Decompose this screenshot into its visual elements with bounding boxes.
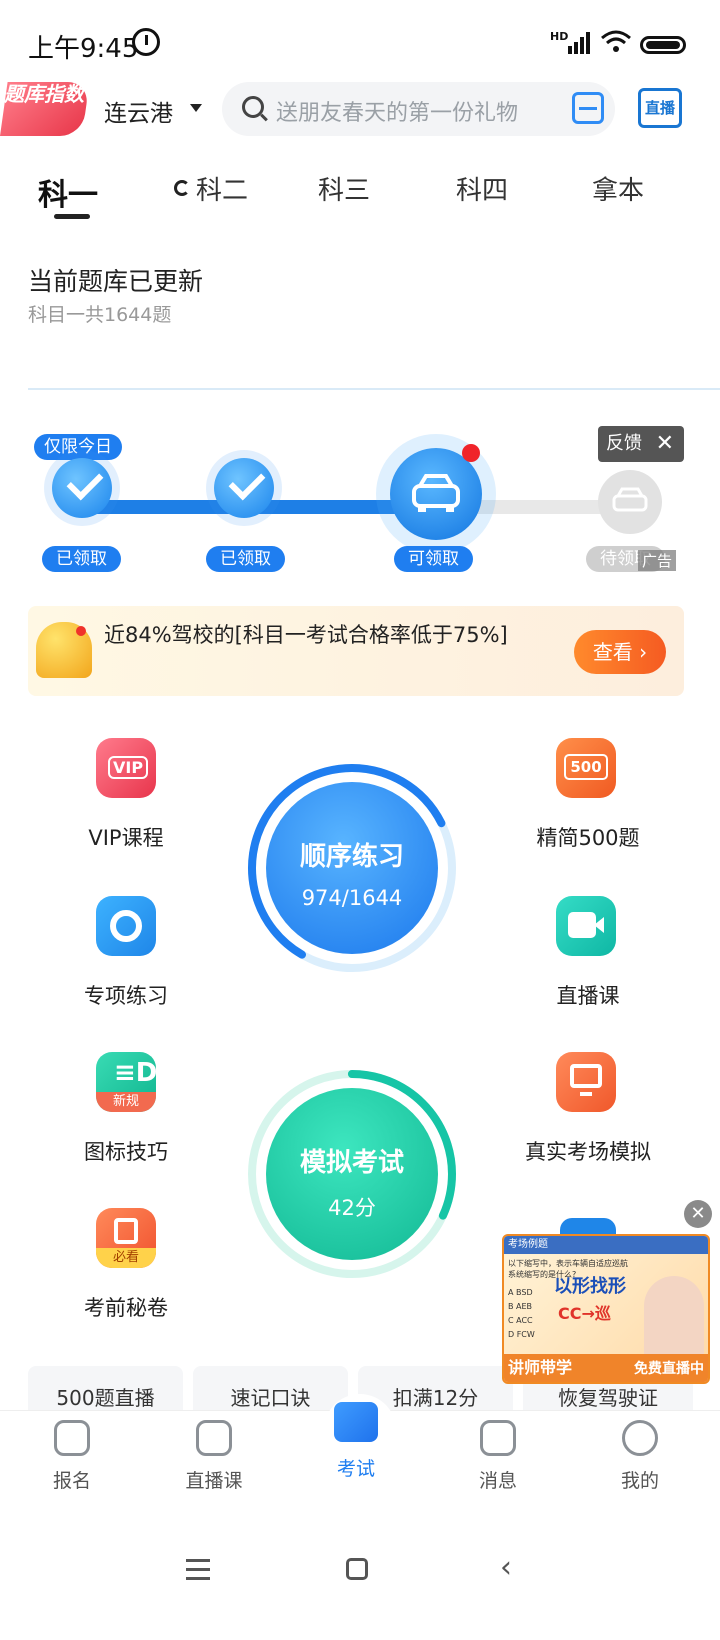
video-left-caption: 讲师带学 xyxy=(508,1358,573,1377)
pre-exam-paper-label[interactable]: 考前秘卷 xyxy=(16,1292,236,1322)
form-icon xyxy=(54,1420,90,1456)
search-placeholder: 送朋友春天的第一份礼物 xyxy=(276,101,519,126)
nav-live[interactable]: 直播课 xyxy=(154,1420,274,1493)
menu-icon[interactable] xyxy=(186,1550,210,1590)
clock-time: 上午9:45 xyxy=(28,34,139,64)
check-icon xyxy=(52,458,112,518)
folder-check-icon xyxy=(334,1402,378,1442)
must-see-tag: 必看 xyxy=(96,1248,156,1268)
message-icon xyxy=(480,1420,516,1456)
notification-dot xyxy=(462,444,480,462)
video-headline: 以形找形 xyxy=(554,1276,626,1297)
video-right-caption: 免费直播中 xyxy=(634,1361,704,1377)
feedback-button[interactable]: 反馈 ✕ xyxy=(598,426,684,462)
video-options: A BSD B AEB C ACC D FCW xyxy=(508,1288,535,1339)
nav-signup[interactable]: 报名 xyxy=(12,1420,132,1493)
close-video-icon[interactable]: ✕ xyxy=(684,1200,712,1228)
500-icon[interactable]: 500 xyxy=(556,738,616,798)
live-course-label[interactable]: 直播课 xyxy=(478,980,698,1010)
smile-icon xyxy=(622,1420,658,1456)
nav-message[interactable]: 消息 xyxy=(438,1420,558,1493)
divider xyxy=(28,388,720,390)
today-only-tag: 仅限今日 xyxy=(34,434,122,460)
video-icon[interactable] xyxy=(556,896,616,956)
loading-icon xyxy=(174,180,190,196)
sequential-practice-title: 顺序练习 xyxy=(299,842,404,872)
check-icon xyxy=(214,458,274,518)
tab-ke1[interactable]: 科一 xyxy=(38,170,98,214)
feedback-label: 反馈 xyxy=(606,433,642,454)
sign-tips-label[interactable]: 图标技巧 xyxy=(16,1136,236,1166)
search-icon xyxy=(242,96,264,118)
scan-icon[interactable] xyxy=(572,92,604,124)
vip-icon[interactable]: VIP xyxy=(96,738,156,798)
live-video-popup[interactable]: 考场例题 以下缩写中，表示车辆自适应巡航系统缩写的是什么? A BSD B AEB… xyxy=(502,1234,710,1384)
close-icon[interactable]: ✕ xyxy=(656,426,674,462)
special-practice-label[interactable]: 专项练习 xyxy=(16,980,236,1010)
update-subtitle: 科目一共1644题 xyxy=(28,304,172,326)
simplified-500-label[interactable]: 精简500题 xyxy=(478,822,698,852)
500-text: 500 xyxy=(564,754,608,780)
paper-icon[interactable]: 必看 xyxy=(96,1208,156,1268)
reward-step-label: 已领取 xyxy=(42,546,121,572)
teacher-avatar xyxy=(644,1276,704,1356)
exam-score: 42分 xyxy=(328,1196,376,1220)
real-exam-sim-label[interactable]: 真实考场模拟 xyxy=(478,1136,698,1166)
view-button[interactable]: 查看 › xyxy=(574,630,666,674)
tv-icon xyxy=(196,1420,232,1456)
wifi-icon xyxy=(601,30,631,52)
nav-exam[interactable]: 考试 xyxy=(296,1402,416,1481)
tab-ke3[interactable]: 科三 xyxy=(318,170,370,207)
update-title: 当前题库已更新 xyxy=(28,267,204,296)
active-tab-indicator xyxy=(54,214,90,219)
battery-icon xyxy=(640,36,686,54)
tab-ke4[interactable]: 科四 xyxy=(456,170,508,207)
video-header: 考场例题 xyxy=(504,1236,708,1254)
new-rule-tag: 新规 xyxy=(96,1092,156,1112)
home-icon[interactable] xyxy=(346,1558,368,1580)
caret-down-icon xyxy=(190,104,202,112)
video-formula: CC→巡 xyxy=(558,1304,611,1323)
tab-naben[interactable]: 拿本 xyxy=(592,170,644,207)
tile-500-live[interactable]: 500题直播 xyxy=(28,1366,183,1416)
tab-ke2[interactable]: 科二 xyxy=(196,170,248,207)
car-locked-icon xyxy=(598,470,662,534)
mock-exam-title: 模拟考试 xyxy=(299,1148,404,1178)
alarm-icon xyxy=(132,28,160,56)
nav-mine[interactable]: 我的 xyxy=(580,1420,700,1493)
live-tv-button[interactable]: 直播 xyxy=(638,88,682,128)
notice-text: 近84%驾校的[科目一考试合格率低于75%] xyxy=(104,623,508,647)
back-icon[interactable]: ‹ xyxy=(500,1550,520,1590)
target-icon[interactable] xyxy=(96,896,156,956)
notification-dot xyxy=(76,626,86,636)
ad-tag: 广告 xyxy=(638,550,677,571)
reward-step-label: 已领取 xyxy=(206,546,285,572)
question-bank-badge-label: 题库指数 xyxy=(4,82,84,106)
sign-icon[interactable]: ≡D 新规 xyxy=(96,1052,157,1112)
signal-icon xyxy=(568,32,590,54)
claim-reward-button[interactable]: 可领取 xyxy=(394,546,473,572)
vip-course-label[interactable]: VIP课程 xyxy=(16,822,236,852)
practice-progress: 974/1644 xyxy=(301,886,403,910)
monitor-icon[interactable] xyxy=(556,1052,616,1112)
city-selector[interactable]: 连云港 xyxy=(104,94,173,128)
